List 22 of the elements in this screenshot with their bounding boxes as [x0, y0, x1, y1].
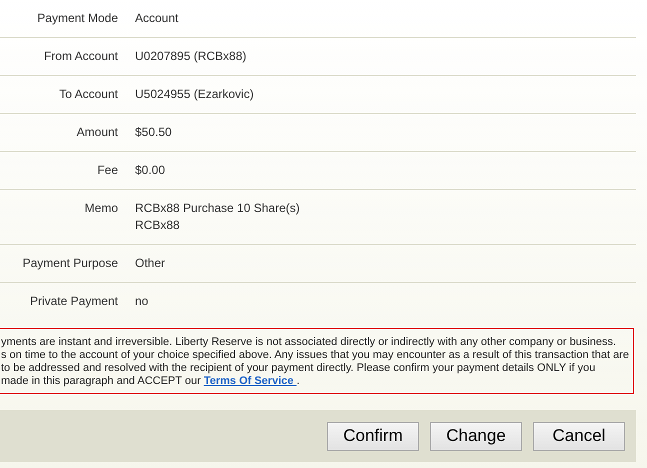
field-value: U0207895 (RCBx88) [135, 48, 246, 65]
notice-text: yments are instant and irreversible. Liberty Reserve is not associated directly or indirectly with any other company or business. s on time to the account of your choice specified above. Any issues that you may encounter as a result of this transaction that are to be addressed and resolved with the recipient of your payment directly. Please confirm your payment details ONLY if you made in this paragraph and ACCEPT our Terms Of Service . [0, 336, 630, 388]
field-value: Account [135, 10, 178, 27]
terms-link[interactable]: Terms Of Service [204, 375, 297, 387]
field-label: Payment Mode [36, 10, 118, 27]
field-label: From Account [42, 48, 118, 65]
action-button[interactable]: Cancel [533, 422, 625, 450]
field-label: To Account [58, 86, 118, 103]
field-label: Private Payment [28, 293, 118, 310]
field-value: no [135, 293, 148, 310]
field-label: Payment Purpose [22, 255, 118, 272]
field-value: U5024955 (Ezarkovic) [135, 86, 254, 103]
field-value: $50.50 [135, 124, 172, 141]
action-button[interactable]: Change [430, 422, 522, 450]
field-value: RCBx88 [135, 217, 181, 234]
field-value: RCBx88 Purchase 10 Share(s) [135, 200, 300, 217]
field-value: Other [135, 255, 166, 272]
field-label: Amount [76, 124, 118, 141]
field-value: $0.00 [135, 162, 166, 179]
field-label: Fee [96, 162, 118, 179]
action-button[interactable]: Confirm [327, 422, 419, 450]
field-label: Memo [84, 200, 118, 217]
